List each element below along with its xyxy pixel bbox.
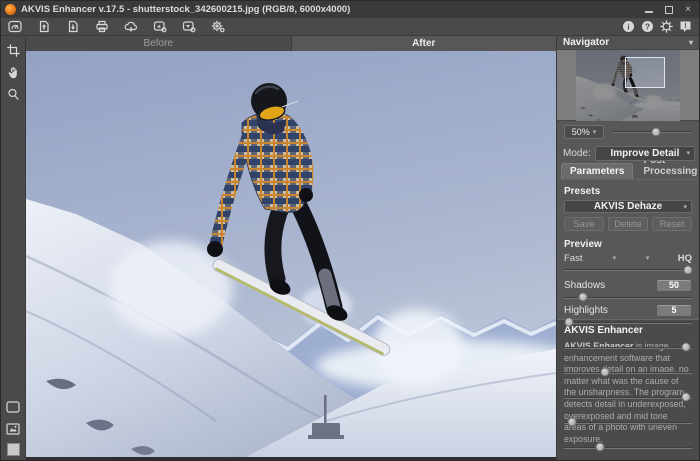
photo-canvas[interactable] xyxy=(26,51,556,460)
svg-text:?: ? xyxy=(644,21,649,31)
mode-dropdown[interactable]: Improve Detail ▾ xyxy=(595,146,695,161)
zoom-level-value: 50% xyxy=(572,127,590,137)
delete-preset-button[interactable]: Delete xyxy=(608,217,648,231)
about-box: AKVIS Enhancer AKVIS Enhancer is image e… xyxy=(557,319,699,460)
maximize-icon[interactable] xyxy=(665,6,673,14)
param-slider[interactable] xyxy=(564,317,692,326)
workspace-icon[interactable] xyxy=(7,19,23,34)
param-value-field[interactable]: 50 xyxy=(656,279,692,292)
export-presets-icon[interactable] xyxy=(181,19,197,34)
param-slider-thumb[interactable] xyxy=(579,292,588,301)
chevron-down-icon: ▾ xyxy=(683,203,687,211)
param-slider[interactable] xyxy=(564,442,692,451)
minimize-icon[interactable] xyxy=(645,6,653,13)
help-icon[interactable]: ? xyxy=(639,19,655,34)
preview-hq-label: HQ xyxy=(678,253,692,264)
param-label: Shadows xyxy=(564,280,605,291)
param-row-shadows: Shadows 50 xyxy=(564,278,692,301)
param-slider[interactable] xyxy=(564,367,692,376)
param-slider-thumb[interactable] xyxy=(681,342,690,351)
param-slider-thumb[interactable] xyxy=(595,442,604,451)
crop-tool-icon[interactable] xyxy=(5,42,22,58)
presets-label: Presets xyxy=(564,186,692,197)
preview-mark-icon: ▾ xyxy=(646,254,650,262)
navigator-thumbnail xyxy=(557,50,699,121)
navigator-view-rect[interactable] xyxy=(625,57,666,88)
navigator-header[interactable]: Navigator ▾ xyxy=(557,36,699,50)
mode-label: Mode: xyxy=(563,148,591,159)
settings-panel: Navigator ▾ 50% ▾ Mode: xyxy=(556,36,699,460)
navigator-collapse-icon[interactable]: ▾ xyxy=(689,38,693,47)
preview-quality-slider[interactable] xyxy=(564,264,692,276)
param-value-field[interactable]: 5 xyxy=(656,304,692,317)
svg-text:!: ! xyxy=(684,21,687,30)
navigator-title: Navigator xyxy=(563,37,609,48)
app-window: AKVIS Enhancer v.17.5 - shutterstock_342… xyxy=(0,0,700,461)
close-icon[interactable]: × xyxy=(685,5,691,15)
tab-parameters[interactable]: Parameters xyxy=(561,163,633,179)
preview-slider-thumb[interactable] xyxy=(684,266,693,275)
param-slider[interactable] xyxy=(564,392,692,401)
param-slider-thumb[interactable] xyxy=(567,417,576,426)
zoom-slider-thumb[interactable] xyxy=(652,128,661,137)
zoom-controls: 50% ▾ xyxy=(557,121,699,143)
title-bar: AKVIS Enhancer v.17.5 - shutterstock_342… xyxy=(1,1,699,18)
chevron-down-icon: ▾ xyxy=(593,128,597,136)
param-slider-thumb[interactable] xyxy=(600,367,609,376)
image-info-icon[interactable] xyxy=(5,421,22,437)
feedback-icon[interactable]: ! xyxy=(677,19,693,34)
akvis-logo-icon xyxy=(5,4,16,15)
zoom-slider[interactable] xyxy=(612,126,692,138)
fullscreen-icon[interactable] xyxy=(5,399,22,415)
window-title: AKVIS Enhancer v.17.5 - shutterstock_342… xyxy=(21,4,350,15)
zoom-level-button[interactable]: 50% ▾ xyxy=(564,125,604,139)
panel-tabbar: Parameters Post Processing xyxy=(557,163,699,180)
view-tabbar: Before After xyxy=(26,36,556,51)
save-preset-button[interactable]: Save xyxy=(564,217,604,231)
preview-mark-icon: ▾ xyxy=(613,254,617,262)
param-label: Highlights xyxy=(564,305,608,316)
main-toolbar: i ? ! xyxy=(1,18,699,36)
param-row-highlights: Highlights 5 xyxy=(564,303,692,326)
reset-preset-button[interactable]: Reset xyxy=(652,217,692,231)
param-slider[interactable] xyxy=(564,417,692,426)
param-slider[interactable] xyxy=(564,292,692,301)
navigator-preview-image[interactable] xyxy=(576,50,680,121)
background-color-swatch[interactable] xyxy=(7,443,20,456)
tab-before[interactable]: Before xyxy=(26,36,291,51)
image-area: Before After xyxy=(26,36,556,460)
param-slider-thumb[interactable] xyxy=(681,392,690,401)
mode-value: Improve Detail xyxy=(596,148,694,159)
print-icon[interactable] xyxy=(94,19,110,34)
mode-row: Mode: Improve Detail ▾ xyxy=(557,143,699,163)
share-publish-icon[interactable] xyxy=(123,19,139,34)
preview-label: Preview xyxy=(564,239,692,250)
param-slider-thumb[interactable] xyxy=(565,317,574,326)
tools-sidebar xyxy=(1,36,26,460)
param-slider[interactable] xyxy=(564,342,692,351)
preferences-gear-icon[interactable] xyxy=(658,19,674,34)
preview-fast-label: Fast xyxy=(564,253,582,264)
preset-selected: AKVIS Dehaze xyxy=(565,201,691,212)
batch-processing-icon[interactable] xyxy=(210,19,226,34)
about-title: AKVIS Enhancer xyxy=(564,325,692,336)
info-icon[interactable]: i xyxy=(620,19,636,34)
open-image-icon[interactable] xyxy=(36,19,52,34)
zoom-tool-icon[interactable] xyxy=(5,86,22,102)
import-presets-icon[interactable] xyxy=(152,19,168,34)
hand-tool-icon[interactable] xyxy=(5,64,22,80)
presets-dropdown[interactable]: AKVIS Dehaze ▾ xyxy=(564,200,692,213)
tab-after[interactable]: After xyxy=(292,36,557,51)
chevron-down-icon: ▾ xyxy=(686,149,690,157)
save-image-icon[interactable] xyxy=(65,19,81,34)
